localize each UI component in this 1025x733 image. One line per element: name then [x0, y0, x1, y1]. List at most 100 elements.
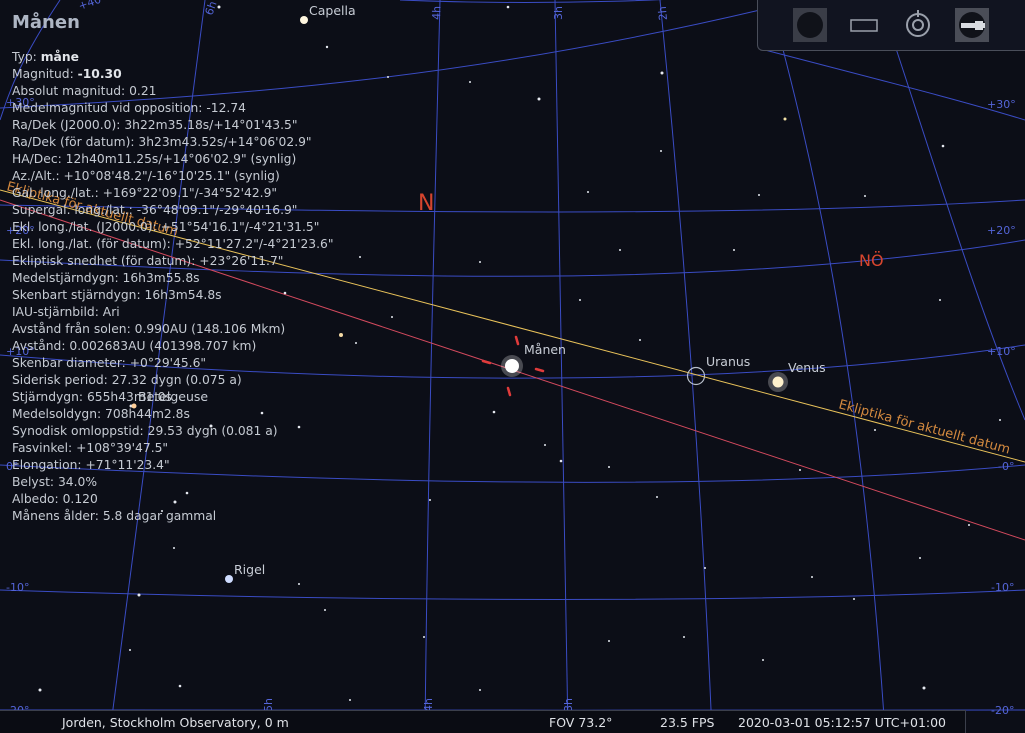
info-value: 29.53 dygn (0.081 a)	[147, 424, 278, 438]
info-label: Medelstjärndygn:	[12, 271, 123, 285]
info-line: Ekl. long./lat. (för datum): +52°11'27.2…	[12, 236, 334, 253]
info-label: Skenbar diameter:	[12, 356, 130, 370]
info-value: 655h43m1.0s	[86, 390, 172, 404]
venus-label: Venus	[788, 360, 826, 375]
cardinal-north: N	[418, 191, 434, 216]
info-line: Avstånd från solen: 0.990AU (148.106 Mkm…	[12, 321, 334, 338]
info-label: Siderisk period:	[12, 373, 112, 387]
info-value: 5.8 dagar gammal	[102, 509, 217, 523]
telescope-icon	[955, 8, 989, 42]
dec-label-right: -10°	[991, 581, 1014, 594]
dec-label-right: -20°	[991, 704, 1014, 717]
info-value: +10°08'48.2"/-16°10'25.1" (synlig)	[63, 169, 280, 183]
info-line: Siderisk period: 27.32 dygn (0.075 a)	[12, 372, 334, 389]
uranus-label: Uranus	[706, 354, 750, 369]
info-value: Ari	[102, 305, 120, 319]
info-line: Typ: måne	[12, 49, 334, 66]
info-line: Skenbart stjärndygn: 16h3m54.8s	[12, 287, 334, 304]
info-value: 27.32 dygn (0.075 a)	[111, 373, 242, 387]
info-line: Månens ålder: 5.8 dagar gammal	[12, 508, 334, 525]
info-label: HA/Dec:	[12, 152, 66, 166]
info-line: Az./Alt.: +10°08'48.2"/-16°10'25.1" (syn…	[12, 168, 334, 185]
info-value: 3h23m43.52s/+14°06'02.9"	[138, 135, 312, 149]
fov-text: FOV 73.2°	[549, 715, 613, 730]
ecliptic-label-right: Ekliptika för aktuellt datum	[837, 397, 1012, 457]
info-value: 0.002683AU (401398.707 km)	[69, 339, 257, 353]
info-label: Belyst:	[12, 475, 58, 489]
info-line: IAU-stjärnbild: Ari	[12, 304, 334, 321]
object-name: Månen	[12, 12, 80, 33]
moon-disk[interactable]	[505, 359, 519, 373]
info-label: Ekliptisk snedhet (för datum):	[12, 254, 200, 268]
info-value: 34.0%	[57, 475, 98, 489]
info-value: -12.74	[206, 101, 246, 115]
info-label: Ekl. long./lat. (J2000.0):	[12, 220, 161, 234]
moon-button[interactable]	[793, 8, 827, 42]
datetime-text[interactable]: 2020-03-01 05:12:57 UTC+01:00	[738, 715, 946, 730]
info-line: Medelstjärndygn: 16h3m55.8s	[12, 270, 334, 287]
dec-label-right: +10°	[987, 345, 1016, 358]
info-value: +108°39'47.5"	[76, 441, 169, 455]
info-label: Fasvinkel:	[12, 441, 77, 455]
info-value: +52°11'27.2"/-4°21'23.6"	[174, 237, 334, 251]
info-value: -10.30	[77, 67, 122, 81]
info-label: Stjärndygn:	[12, 390, 87, 404]
location-text[interactable]: Jorden, Stockholm Observatory, 0 m	[62, 715, 289, 730]
info-line: Avstånd: 0.002683AU (401398.707 km)	[12, 338, 334, 355]
telescope-button[interactable]	[955, 8, 989, 42]
info-value: 708h44m2.8s	[105, 407, 190, 421]
info-label: Avstånd från solen:	[12, 322, 135, 336]
target-button[interactable]	[901, 8, 935, 42]
info-value: 3h22m35.18s/+14°01'43.5"	[124, 118, 298, 132]
dec-label-left: -10°	[6, 581, 29, 594]
info-label: Månens ålder:	[12, 509, 103, 523]
info-label: Avstånd:	[12, 339, 70, 353]
info-value: +23°26'11.7"	[199, 254, 284, 268]
capella-star[interactable]	[300, 16, 308, 24]
moon-label: Månen	[524, 342, 566, 357]
info-line: Ekl. long./lat. (J2000.0): +51°54'16.1"/…	[12, 219, 334, 236]
info-value: 0.120	[62, 492, 98, 506]
info-line: Ra/Dek (för datum): 3h23m43.52s/+14°06'0…	[12, 134, 334, 151]
info-label: Az./Alt.:	[12, 169, 64, 183]
info-label: Medelmagnitud vid opposition:	[12, 101, 207, 115]
info-label: IAU-stjärnbild:	[12, 305, 103, 319]
info-line: Elongation: +71°11'23.4"	[12, 457, 334, 474]
info-line: Synodisk omloppstid: 29.53 dygn (0.081 a…	[12, 423, 334, 440]
info-line: Supergal. long./lat.: -36°48'09.1"/-29°4…	[12, 202, 334, 219]
ra-label-top: 4h	[430, 6, 443, 20]
venus-planet[interactable]	[772, 376, 784, 388]
info-label: Magnitud:	[12, 67, 78, 81]
info-line: Gal. long./lat.: +169°22'09.1"/-34°52'42…	[12, 185, 334, 202]
info-line: Belyst: 34.0%	[12, 474, 334, 491]
object-info-panel: Typ: måne Magnitud: -10.30 Absolut magnitu…	[12, 49, 334, 525]
info-label: Medelsoldygn:	[12, 407, 106, 421]
window-button[interactable]	[847, 8, 881, 42]
info-value: -36°48'09.1"/-29°40'16.9"	[136, 203, 298, 217]
info-label: Skenbart stjärndygn:	[12, 288, 145, 302]
info-value: måne	[40, 50, 79, 64]
info-line: Medelmagnitud vid opposition: -12.74	[12, 100, 334, 117]
info-value: +51°54'16.1"/-4°21'31.5"	[160, 220, 320, 234]
window-icon	[850, 19, 878, 32]
capella-label: Capella	[309, 3, 356, 18]
info-label: Synodisk omloppstid:	[12, 424, 148, 438]
status-bar: Jorden, Stockholm Observatory, 0 m FOV 7…	[0, 710, 966, 733]
info-label: Gal. long./lat.:	[12, 186, 103, 200]
info-line: HA/Dec: 12h40m11.25s/+14°06'02.9" (synli…	[12, 151, 334, 168]
info-line: Ekliptisk snedhet (för datum): +23°26'11…	[12, 253, 334, 270]
rigel-star[interactable]	[225, 575, 233, 583]
info-value: +0°29'45.6"	[129, 356, 207, 370]
view-toolbar	[757, 0, 1025, 51]
info-value: +71°11'23.4"	[85, 458, 170, 472]
info-line: Ra/Dek (J2000.0): 3h22m35.18s/+14°01'43.…	[12, 117, 334, 134]
info-value: 0.990AU (148.106 Mkm)	[134, 322, 286, 336]
info-line: Medelsoldygn: 708h44m2.8s	[12, 406, 334, 423]
info-label: Ekl. long./lat. (för datum):	[12, 237, 175, 251]
dec-label-right: +20°	[987, 224, 1016, 237]
dec-label-left: +40°	[77, 0, 108, 13]
info-line: Fasvinkel: +108°39'47.5"	[12, 440, 334, 457]
rigel-label: Rigel	[234, 562, 265, 577]
info-line: Magnitud: -10.30	[12, 66, 334, 83]
info-value: 16h3m55.8s	[122, 271, 200, 285]
